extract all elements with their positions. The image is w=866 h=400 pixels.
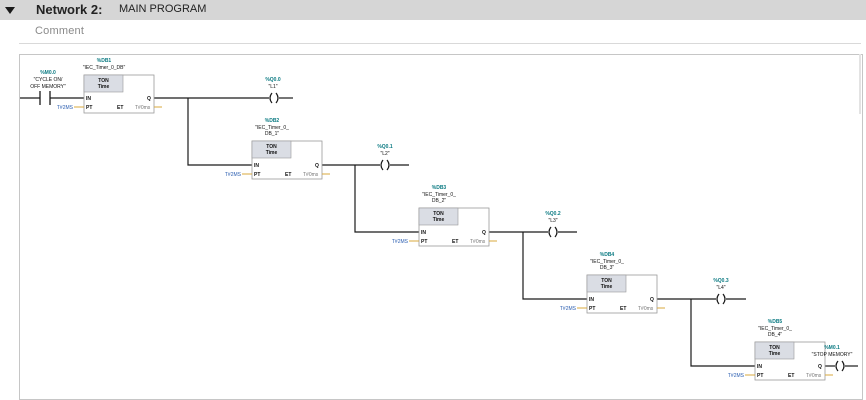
pin-in: IN [589, 297, 594, 303]
contact-address: %M0.0 [40, 70, 56, 76]
pt-value[interactable]: T#2MS [560, 306, 577, 312]
pin-pt: PT [86, 105, 92, 111]
timer-instance-name-line-2: DB_2" [432, 198, 447, 204]
coil-address: %Q0.0 [265, 77, 281, 83]
pin-in: IN [86, 96, 91, 102]
pin-et: ET [452, 239, 458, 245]
pin-in: IN [254, 163, 259, 169]
coil-output-l1[interactable]: %Q0.0 "L1" [265, 77, 281, 104]
coil-output-l2[interactable]: %Q0.1 "L2" [377, 144, 393, 171]
coil-address: %M0.1 [824, 345, 840, 351]
pin-q: Q [650, 297, 654, 303]
coil-tag: "L3" [548, 218, 557, 224]
timer-base: Time [601, 284, 613, 290]
coil-tag: "L1" [268, 84, 277, 90]
pin-pt: PT [589, 306, 595, 312]
timer-block-5[interactable]: %DB5 "IEC_Timer_0_ DB_4" TON Time IN Q P… [728, 319, 833, 381]
pin-q: Q [482, 230, 486, 236]
et-value[interactable]: T#0ms [638, 306, 654, 312]
timer-db-address: %DB4 [600, 252, 615, 258]
timer-block-2[interactable]: %DB2 "IEC_Timer_0_ DB_1" TON Time IN Q P… [225, 118, 330, 180]
pin-pt: PT [757, 373, 763, 379]
timer-block-3[interactable]: %DB3 "IEC_Timer_0_ DB_2" TON Time IN Q P… [392, 185, 497, 247]
no-contact-cycle-memory[interactable]: %M0.0 "CYCLE ON/ OFF MEMORY" [30, 70, 66, 105]
contact-tag-line-1: "CYCLE ON/ [34, 77, 63, 83]
coil-output-l3[interactable]: %Q0.2 "L3" [545, 211, 561, 238]
pin-q: Q [315, 163, 319, 169]
et-value[interactable]: T#0ms [470, 239, 486, 245]
timer-base: Time [266, 150, 278, 156]
coil-tag: "L4" [716, 285, 725, 291]
timer-block-1[interactable]: %DB1 "IEC_Timer_0_DB" TON Time IN Q PT E… [57, 58, 162, 114]
ladder-diagram: %M0.0 "CYCLE ON/ OFF MEMORY" %DB1 "IEC_T… [20, 58, 858, 381]
pin-q: Q [818, 364, 822, 370]
coil-tag: "L2" [380, 151, 389, 157]
timer-base: Time [98, 84, 110, 90]
timer-block-4[interactable]: %DB4 "IEC_Timer_0_ DB_3" TON Time IN Q P… [560, 252, 665, 314]
timer-db-address: %DB1 [97, 58, 112, 64]
et-value[interactable]: T#0ms [135, 105, 151, 111]
pin-pt: PT [254, 172, 260, 178]
coil-address: %Q0.2 [545, 211, 561, 217]
coil-address: %Q0.3 [713, 278, 729, 284]
pin-pt: PT [421, 239, 427, 245]
pt-value[interactable]: T#2MS [728, 373, 745, 379]
timer-instance-name-line-2: DB_4" [768, 332, 783, 338]
pin-et: ET [620, 306, 626, 312]
pt-value[interactable]: T#2MS [225, 172, 242, 178]
pin-et: ET [788, 373, 794, 379]
pin-et: ET [285, 172, 291, 178]
coil-tag: "STOP MEMORY" [812, 352, 853, 358]
timer-db-address: %DB5 [768, 319, 783, 325]
timer-base: Time [433, 217, 445, 223]
timer-instance-name-line-2: DB_1" [265, 131, 280, 137]
coil-address: %Q0.1 [377, 144, 393, 150]
timer-base: Time [769, 351, 781, 357]
timer-db-address: %DB3 [432, 185, 447, 191]
coil-output-l4[interactable]: %Q0.3 "L4" [713, 278, 729, 305]
pin-q: Q [147, 96, 151, 102]
timer-instance-name-line-2: DB_3" [600, 265, 615, 271]
pt-value[interactable]: T#2MS [57, 105, 74, 111]
pt-value[interactable]: T#2MS [392, 239, 409, 245]
timer-instance-name: "IEC_Timer_0_DB" [83, 65, 126, 71]
pin-in: IN [421, 230, 426, 236]
pin-et: ET [117, 105, 123, 111]
contact-tag-line-2: OFF MEMORY" [30, 84, 66, 90]
timer-db-address: %DB2 [265, 118, 280, 124]
et-value[interactable]: T#0ms [303, 172, 319, 178]
et-value[interactable]: T#0ms [806, 373, 822, 379]
pin-in: IN [757, 364, 762, 370]
